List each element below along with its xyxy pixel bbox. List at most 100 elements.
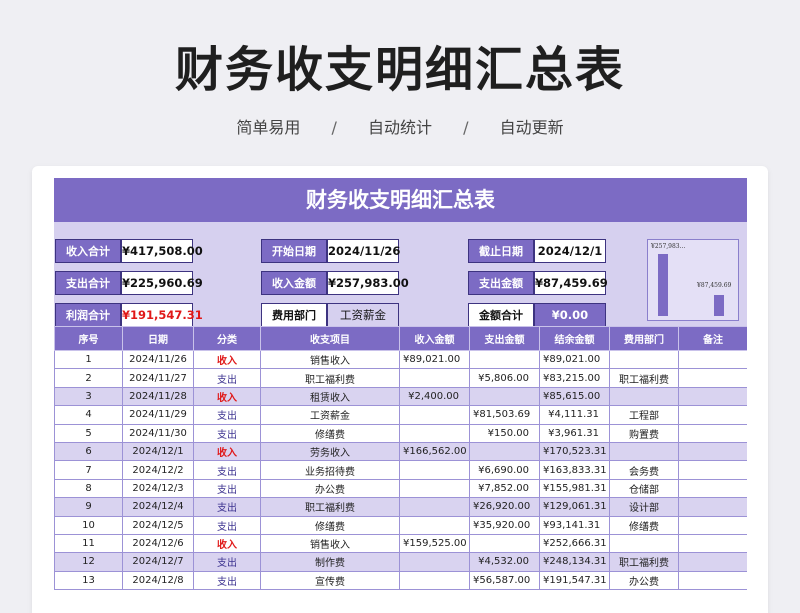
table-cell[interactable]: 13 bbox=[54, 570, 123, 591]
table-row[interactable]: 12 2024/12/7 支出 制作费 ¥4,532.00 ¥248,134.31 职工福利… bbox=[54, 552, 747, 572]
table-cell[interactable] bbox=[609, 349, 679, 370]
table-cell[interactable]: 收入 bbox=[193, 349, 261, 370]
table-cell[interactable]: 2024/11/27 bbox=[122, 368, 194, 388]
table-cell[interactable]: 办公费 bbox=[609, 570, 679, 591]
column-header[interactable]: 收支项目 bbox=[260, 326, 400, 351]
table-cell[interactable]: ¥155,981.31 bbox=[539, 478, 610, 499]
table-cell[interactable] bbox=[399, 478, 470, 499]
table-cell[interactable]: 4 bbox=[54, 405, 123, 425]
table-row[interactable]: 5 2024/11/30 支出 修缮费 ¥150.00 ¥3,961.31 购置费 bbox=[54, 423, 747, 443]
table-cell[interactable]: 修缮费 bbox=[609, 515, 679, 535]
table-cell[interactable]: ¥5,806.00 bbox=[469, 368, 540, 388]
table-cell[interactable]: 劳务收入 bbox=[260, 441, 400, 462]
table-cell[interactable] bbox=[399, 368, 470, 388]
table-row[interactable]: 7 2024/12/2 支出 业务招待费 ¥6,690.00 ¥163,833.31 会务费 bbox=[54, 460, 747, 480]
table-cell[interactable]: 修缮费 bbox=[260, 515, 400, 535]
table-cell[interactable] bbox=[399, 570, 470, 591]
table-cell[interactable]: 职工福利费 bbox=[260, 368, 400, 388]
table-cell[interactable]: 销售收入 bbox=[260, 349, 400, 370]
table-cell[interactable]: 7 bbox=[54, 460, 123, 480]
table-cell[interactable] bbox=[678, 552, 747, 572]
table-cell[interactable]: 支出 bbox=[193, 570, 261, 591]
table-cell[interactable]: 2024/11/30 bbox=[122, 423, 194, 443]
table-cell[interactable] bbox=[399, 552, 470, 572]
table-cell[interactable]: ¥252,666.31 bbox=[539, 533, 610, 554]
table-cell[interactable]: 3 bbox=[54, 386, 123, 407]
table-cell[interactable]: ¥163,833.31 bbox=[539, 460, 610, 480]
table-row[interactable]: 9 2024/12/4 支出 职工福利费 ¥26,920.00 ¥129,061.31 设计… bbox=[54, 497, 747, 517]
table-cell[interactable] bbox=[678, 386, 747, 407]
table-cell[interactable]: ¥170,523.31 bbox=[539, 441, 610, 462]
table-row[interactable]: 2 2024/11/27 支出 职工福利费 ¥5,806.00 ¥83,215.00 职工福… bbox=[54, 368, 747, 388]
table-cell[interactable]: ¥4,532.00 bbox=[469, 552, 540, 572]
table-cell[interactable]: 2024/12/3 bbox=[122, 478, 194, 499]
end-date-value[interactable]: 2024/12/1 bbox=[534, 239, 606, 263]
table-cell[interactable]: ¥85,615.00 bbox=[539, 386, 610, 407]
table-cell[interactable]: 支出 bbox=[193, 368, 261, 388]
table-cell[interactable]: 销售收入 bbox=[260, 533, 400, 554]
table-cell[interactable]: 会务费 bbox=[609, 460, 679, 480]
table-cell[interactable]: ¥83,215.00 bbox=[539, 368, 610, 388]
table-cell[interactable] bbox=[678, 478, 747, 499]
table-cell[interactable]: 支出 bbox=[193, 497, 261, 517]
table-cell[interactable] bbox=[469, 349, 540, 370]
table-cell[interactable]: 支出 bbox=[193, 423, 261, 443]
column-header[interactable]: 分类 bbox=[193, 326, 261, 351]
income-total-value[interactable]: ¥417,508.00 bbox=[121, 239, 203, 263]
table-cell[interactable] bbox=[399, 460, 470, 480]
table-cell[interactable]: 仓储部 bbox=[609, 478, 679, 499]
table-cell[interactable]: 修缮费 bbox=[260, 423, 400, 443]
table-cell[interactable]: 1 bbox=[54, 349, 123, 370]
table-row[interactable]: 11 2024/12/6 收入 销售收入 ¥159,525.00 ¥252,666.31 bbox=[54, 533, 747, 554]
table-cell[interactable]: 2024/11/29 bbox=[122, 405, 194, 425]
table-cell[interactable]: 2024/11/28 bbox=[122, 386, 194, 407]
table-cell[interactable]: 5 bbox=[54, 423, 123, 443]
table-cell[interactable]: 工资薪金 bbox=[260, 405, 400, 425]
table-cell[interactable] bbox=[469, 533, 540, 554]
table-cell[interactable]: 10 bbox=[54, 515, 123, 535]
table-cell[interactable]: ¥2,400.00 bbox=[399, 386, 470, 407]
table-cell[interactable]: 支出 bbox=[193, 552, 261, 572]
table-cell[interactable] bbox=[678, 441, 747, 462]
table-cell[interactable]: 2024/12/6 bbox=[122, 533, 194, 554]
table-cell[interactable]: ¥6,690.00 bbox=[469, 460, 540, 480]
table-cell[interactable]: 收入 bbox=[193, 386, 261, 407]
table-cell[interactable]: 收入 bbox=[193, 533, 261, 554]
table-cell[interactable] bbox=[678, 497, 747, 517]
table-cell[interactable]: ¥89,021.00 bbox=[399, 349, 470, 370]
table-cell[interactable]: ¥26,920.00 bbox=[469, 497, 540, 517]
table-cell[interactable] bbox=[678, 460, 747, 480]
table-cell[interactable]: 设计部 bbox=[609, 497, 679, 517]
expense-total-value[interactable]: ¥225,960.69 bbox=[121, 271, 203, 295]
table-cell[interactable]: 2024/12/2 bbox=[122, 460, 194, 480]
table-cell[interactable] bbox=[678, 515, 747, 535]
table-cell[interactable] bbox=[678, 423, 747, 443]
table-row[interactable]: 13 2024/12/8 支出 宣传费 ¥56,587.00 ¥191,547.31 办公费 bbox=[54, 570, 747, 591]
table-cell[interactable]: 制作费 bbox=[260, 552, 400, 572]
table-cell[interactable]: 支出 bbox=[193, 405, 261, 425]
table-cell[interactable]: 办公费 bbox=[260, 478, 400, 499]
expense-amount-value[interactable]: ¥87,459.69 bbox=[534, 271, 608, 295]
table-cell[interactable] bbox=[399, 515, 470, 535]
table-cell[interactable]: 9 bbox=[54, 497, 123, 517]
start-date-value[interactable]: 2024/11/26 bbox=[327, 239, 400, 263]
table-cell[interactable]: 工程部 bbox=[609, 405, 679, 425]
table-cell[interactable] bbox=[399, 423, 470, 443]
table-cell[interactable]: ¥81,503.69 bbox=[469, 405, 540, 425]
table-cell[interactable]: 2024/12/7 bbox=[122, 552, 194, 572]
table-row[interactable]: 1 2024/11/26 收入 销售收入 ¥89,021.00 ¥89,021.00 bbox=[54, 349, 747, 370]
table-cell[interactable]: ¥93,141.31 bbox=[539, 515, 610, 535]
table-cell[interactable] bbox=[609, 533, 679, 554]
table-cell[interactable]: ¥89,021.00 bbox=[539, 349, 610, 370]
table-cell[interactable]: ¥4,111.31 bbox=[539, 405, 610, 425]
table-cell[interactable]: ¥3,961.31 bbox=[539, 423, 610, 443]
table-cell[interactable] bbox=[678, 570, 747, 591]
table-cell[interactable]: 2024/11/26 bbox=[122, 349, 194, 370]
table-cell[interactable]: ¥7,852.00 bbox=[469, 478, 540, 499]
table-cell[interactable] bbox=[609, 386, 679, 407]
table-cell[interactable] bbox=[469, 441, 540, 462]
table-cell[interactable] bbox=[609, 441, 679, 462]
column-header[interactable]: 收入金额 bbox=[399, 326, 470, 351]
table-cell[interactable]: 租赁收入 bbox=[260, 386, 400, 407]
table-cell[interactable]: ¥150.00 bbox=[469, 423, 540, 443]
